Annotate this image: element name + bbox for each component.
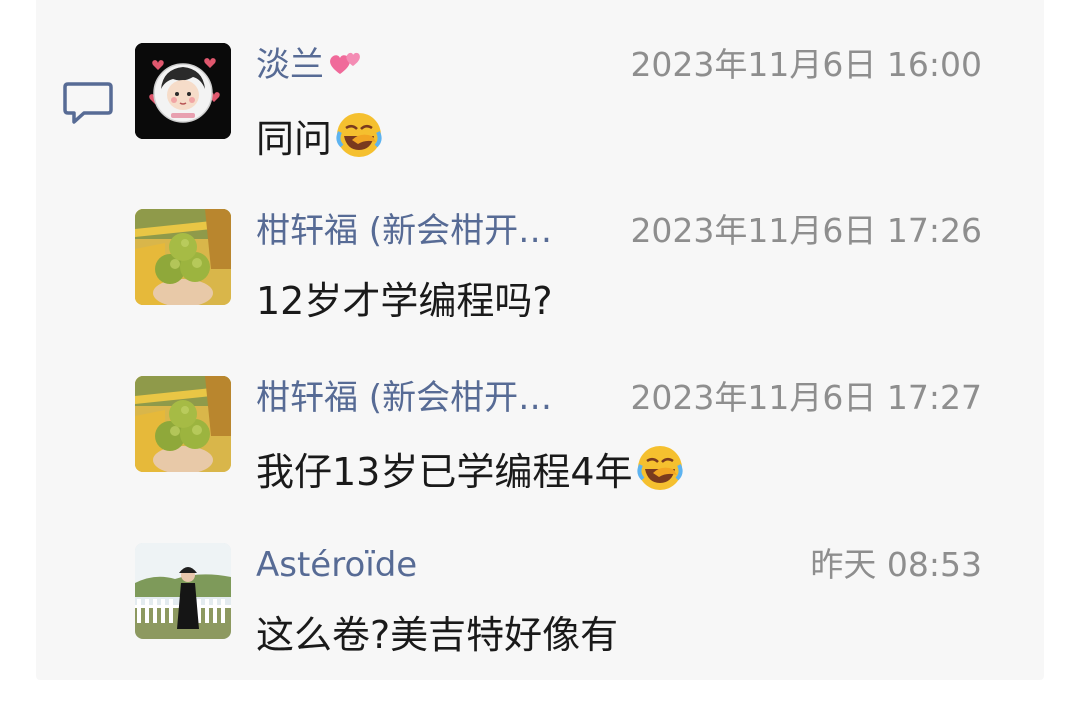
avatar[interactable] bbox=[135, 543, 231, 639]
comment-text: 同问 bbox=[256, 110, 384, 161]
comment-time: 2023年11月6日 17:27 bbox=[630, 378, 982, 417]
citrus-fruit-avatar-image bbox=[135, 209, 231, 305]
avatar[interactable] bbox=[135, 43, 231, 139]
facepalm-cry-emoji-icon bbox=[336, 113, 382, 157]
comment-author[interactable]: 柑轩福 (新会柑开… bbox=[256, 209, 552, 253]
comment-author[interactable]: Astéroïde bbox=[256, 543, 417, 587]
comment-author[interactable]: 柑轩福 (新会柑开… bbox=[256, 376, 552, 420]
comment-text: 12岁才学编程吗? bbox=[256, 279, 553, 323]
avatar[interactable] bbox=[135, 376, 231, 472]
comment-author[interactable]: 淡兰 bbox=[256, 43, 368, 87]
facepalm-cry-emoji-icon bbox=[636, 446, 683, 490]
outdoor-person-avatar-image bbox=[135, 543, 231, 639]
comment-item[interactable]: 柑轩福 (新会柑开… 2023年11月6日 17:26 12岁才学编程吗? bbox=[0, 209, 1080, 359]
comment-text-content: 同问 bbox=[256, 117, 333, 161]
comment-item[interactable]: 柑轩福 (新会柑开… 2023年11月6日 17:27 我仔13岁已学编程4年 bbox=[0, 376, 1080, 526]
comment-item[interactable]: Astéroïde 昨天 08:53 这么卷?美吉特好像有 bbox=[0, 543, 1080, 693]
comment-time: 2023年11月6日 16:00 bbox=[630, 45, 982, 84]
comment-text: 我仔13岁已学编程4年 bbox=[256, 443, 685, 494]
citrus-fruit-avatar-image bbox=[135, 376, 231, 472]
cartoon-girl-avatar-image bbox=[135, 43, 231, 139]
avatar[interactable] bbox=[135, 209, 231, 305]
comment-text: 这么卷?美吉特好像有 bbox=[256, 613, 619, 657]
author-name[interactable]: 淡兰 bbox=[256, 45, 324, 85]
comment-text-content: 我仔13岁已学编程4年 bbox=[256, 450, 633, 494]
comment-time: 2023年11月6日 17:26 bbox=[630, 211, 982, 250]
comment-item[interactable]: 淡兰 2023年11月6日 16:00 同问 bbox=[0, 43, 1080, 193]
comment-time: 昨天 08:53 bbox=[810, 545, 982, 584]
heart-emoji-icon bbox=[330, 52, 360, 74]
